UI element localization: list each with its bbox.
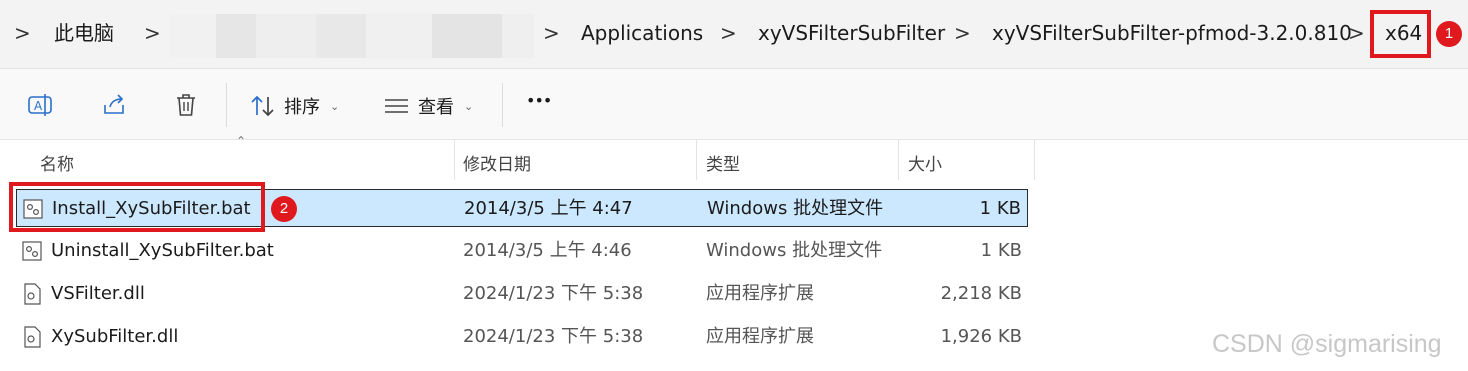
- column-size[interactable]: 大小: [908, 150, 942, 175]
- annotation-badge-2: 2: [271, 196, 297, 222]
- annotation-badge-1: 1: [1436, 21, 1462, 47]
- sort-icon: [251, 95, 274, 117]
- highlight-box: [9, 182, 265, 232]
- view-list-icon: [385, 99, 408, 113]
- dll-file-icon: [24, 326, 41, 348]
- chevron-right-icon[interactable]: >: [144, 20, 161, 46]
- file-modified: 2024/1/23 下午 5:38: [463, 326, 644, 347]
- file-row[interactable]: VSFilter.dll 2024/1/23 下午 5:38 应用程序扩展 2,…: [16, 275, 1028, 313]
- file-size: 1 KB: [979, 198, 1021, 219]
- chevron-right-icon[interactable]: >: [1348, 20, 1365, 46]
- watermark: CSDN @sigmarising: [1212, 330, 1442, 358]
- redacted-path: [502, 14, 534, 58]
- column-divider: [1034, 140, 1035, 180]
- chevron-right-icon[interactable]: >: [543, 20, 560, 46]
- file-modified: 2024/1/23 下午 5:38: [463, 283, 644, 304]
- file-size: 1,926 KB: [940, 326, 1022, 347]
- more-options-button[interactable]: •••: [526, 91, 552, 110]
- redacted-path: [366, 14, 432, 58]
- breadcrumb-this-pc[interactable]: 此电脑: [54, 20, 114, 46]
- column-modified[interactable]: 修改日期: [463, 150, 531, 175]
- column-divider: [898, 140, 899, 180]
- file-name: Uninstall_XySubFilter.bat: [51, 240, 274, 261]
- dll-file-icon: [24, 283, 41, 305]
- redacted-path: [256, 14, 316, 58]
- more-icon: •••: [526, 91, 552, 110]
- file-type: Windows 批处理文件: [707, 198, 884, 219]
- chevron-right-icon[interactable]: >: [720, 20, 737, 46]
- chevron-down-icon: ⌄: [464, 99, 474, 113]
- column-header: 名称 ⌃ 修改日期 类型 大小: [0, 134, 1040, 180]
- breadcrumb-applications[interactable]: Applications: [581, 20, 703, 46]
- highlight-box: [1370, 10, 1431, 58]
- share-button[interactable]: [102, 93, 128, 117]
- breadcrumb-pfmod[interactable]: xyVSFilterSubFilter-pfmod-3.2.0.810: [992, 20, 1352, 46]
- view-button[interactable]: 查看 ⌄: [384, 93, 473, 119]
- file-size: 1 KB: [980, 240, 1022, 261]
- chevron-down-icon: ⌄: [330, 99, 340, 113]
- svg-text:A: A: [34, 99, 43, 113]
- toolbar-divider: [226, 83, 227, 127]
- delete-button[interactable]: [174, 93, 198, 117]
- file-row[interactable]: XySubFilter.dll 2024/1/23 下午 5:38 应用程序扩展…: [16, 318, 1028, 356]
- column-divider: [454, 140, 455, 180]
- sort-button[interactable]: 排序 ⌄: [250, 93, 339, 119]
- trash-icon: [177, 94, 195, 116]
- file-size: 2,218 KB: [940, 283, 1022, 304]
- file-modified: 2014/3/5 上午 4:46: [463, 240, 632, 261]
- view-label: 查看: [418, 97, 454, 118]
- file-name: XySubFilter.dll: [51, 326, 179, 347]
- file-type: 应用程序扩展: [706, 326, 814, 347]
- file-name: VSFilter.dll: [51, 283, 145, 304]
- redacted-path: [316, 14, 366, 58]
- address-bar[interactable]: > 此电脑 > > Applications > xyVSFilterSubFi…: [0, 0, 1468, 69]
- sort-label: 排序: [284, 97, 320, 118]
- toolbar-divider: [502, 83, 503, 127]
- redacted-path: [170, 14, 216, 58]
- share-icon: [104, 94, 124, 114]
- redacted-path: [432, 14, 502, 58]
- file-type: 应用程序扩展: [706, 283, 814, 304]
- chevron-right-icon[interactable]: >: [954, 20, 971, 46]
- rename-button[interactable]: A: [28, 93, 54, 117]
- command-bar: A 排序 ⌄ 查看 ⌄ •••: [0, 69, 1468, 140]
- rename-icon: A: [28, 94, 52, 116]
- file-row[interactable]: Uninstall_XySubFilter.bat 2014/3/5 上午 4:…: [16, 232, 1028, 270]
- file-modified: 2014/3/5 上午 4:47: [464, 198, 633, 219]
- redacted-path: [216, 14, 256, 58]
- batch-file-icon: [22, 241, 42, 261]
- column-name[interactable]: 名称: [40, 150, 74, 175]
- column-divider: [696, 140, 697, 180]
- column-type[interactable]: 类型: [706, 150, 740, 175]
- chevron-right-icon[interactable]: >: [14, 20, 31, 46]
- breadcrumb-xyvsfilter[interactable]: xyVSFilterSubFilter: [758, 20, 945, 46]
- sort-ascending-icon: ⌃: [236, 134, 247, 148]
- file-type: Windows 批处理文件: [706, 240, 883, 261]
